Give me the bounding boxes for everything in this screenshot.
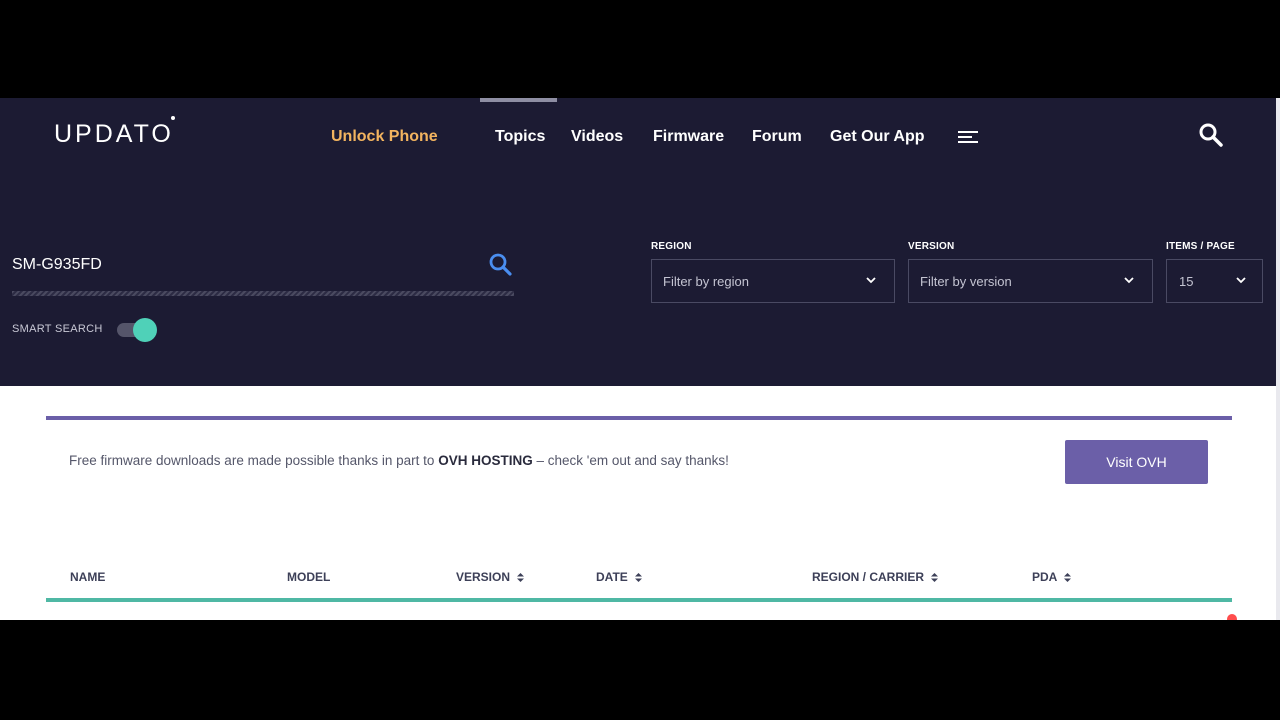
sort-icon[interactable]: [517, 573, 525, 582]
table-header-name[interactable]: NAME: [70, 570, 105, 584]
version-filter-label: VERSION: [908, 241, 955, 252]
search-underline: [12, 291, 514, 296]
scrollbar[interactable]: [1276, 98, 1280, 620]
nav-unlock-phone[interactable]: Unlock Phone: [331, 128, 438, 146]
site-header: UPDATO Unlock Phone Topics Videos Firmwa…: [0, 98, 1278, 386]
table-header-region-carrier[interactable]: REGION / CARRIER: [812, 570, 939, 584]
promo-text-after: – check 'em out and say thanks!: [536, 453, 729, 468]
browser-viewport: UPDATO Unlock Phone Topics Videos Firmwa…: [0, 98, 1280, 620]
items-per-page-value: 15: [1179, 274, 1194, 289]
table-header-label: REGION / CARRIER: [812, 570, 925, 584]
table-header-rule: [46, 598, 1232, 602]
firmware-search-field[interactable]: SM-G935FD: [12, 248, 514, 296]
region-filter-label: REGION: [651, 241, 692, 252]
toggle-knob: [133, 318, 157, 342]
table-header-label: MODEL: [287, 570, 331, 584]
table-header-date[interactable]: DATE: [596, 570, 643, 584]
nav-firmware[interactable]: Firmware: [653, 128, 724, 146]
sort-icon[interactable]: [931, 573, 939, 582]
region-filter-select[interactable]: Filter by region: [651, 259, 895, 303]
letterbox-bottom: [0, 620, 1280, 720]
sort-icon[interactable]: [1064, 573, 1072, 582]
visit-ovh-button[interactable]: Visit OVH: [1065, 440, 1208, 484]
site-logo[interactable]: UPDATO: [54, 120, 174, 149]
promo-brand: OVH HOSTING: [438, 453, 533, 468]
chevron-down-icon: [866, 277, 876, 284]
table-header-label: PDA: [1032, 570, 1057, 584]
region-filter-placeholder: Filter by region: [663, 274, 749, 289]
nav-forum[interactable]: Forum: [752, 128, 802, 146]
items-per-page-label: ITEMS / PAGE: [1166, 241, 1235, 252]
nav-videos[interactable]: Videos: [571, 128, 623, 146]
search-input[interactable]: SM-G935FD: [12, 256, 102, 274]
table-header-model[interactable]: MODEL: [287, 570, 330, 584]
table-header-version[interactable]: VERSION: [456, 570, 525, 584]
header-search-icon[interactable]: [1198, 122, 1224, 148]
version-filter-select[interactable]: Filter by version: [908, 259, 1153, 303]
promo-text: Free firmware downloads are made possibl…: [69, 453, 729, 468]
items-per-page-select[interactable]: 15: [1166, 259, 1263, 303]
promo-text-before: Free firmware downloads are made possibl…: [69, 453, 435, 468]
smart-search-label: SMART SEARCH: [12, 323, 103, 335]
promo-top-rule: [46, 416, 1232, 420]
table-header-label: NAME: [70, 570, 106, 584]
table-header-pda[interactable]: PDA: [1032, 570, 1072, 584]
nav-active-indicator: [480, 98, 557, 102]
chevron-down-icon: [1236, 277, 1246, 284]
chevron-down-icon: [1124, 277, 1134, 284]
table-header-label: DATE: [596, 570, 628, 584]
logo-dot-icon: [171, 116, 175, 120]
letterbox-top: [0, 0, 1280, 98]
version-filter-placeholder: Filter by version: [920, 274, 1012, 289]
menu-icon[interactable]: [958, 131, 978, 145]
nav-topics[interactable]: Topics: [495, 128, 545, 146]
smart-search-toggle[interactable]: [117, 318, 159, 342]
sort-icon[interactable]: [635, 573, 643, 582]
chat-widget-icon[interactable]: [1198, 613, 1238, 620]
search-submit-icon[interactable]: [488, 252, 514, 278]
table-header-label: VERSION: [456, 570, 511, 584]
nav-get-our-app[interactable]: Get Our App: [830, 128, 925, 146]
